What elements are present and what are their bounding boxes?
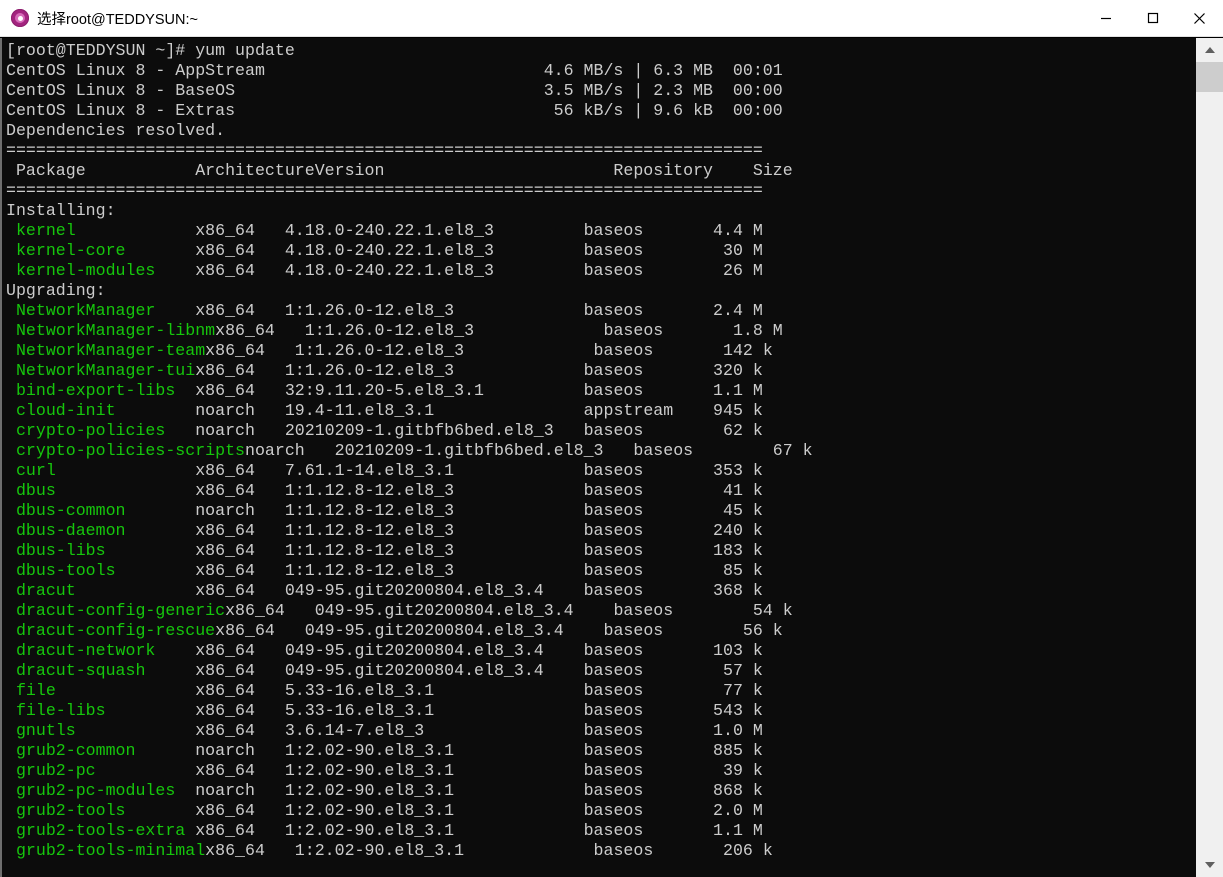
section-label: Installing: <box>6 201 116 220</box>
repo-progress-line: CentOS Linux 8 - AppStream 4.6 MB/s | 6.… <box>6 61 783 80</box>
package-row: grub2-common noarch 1:2.02-90.el8_3.1 ba… <box>15 741 763 760</box>
package-row: dracut-network x86_64 049-95.git20200804… <box>15 641 763 660</box>
package-row: dracut-squash x86_64 049-95.git20200804.… <box>15 661 763 680</box>
package-row: NetworkManager-teamx86_64 1:1.26.0-12.el… <box>15 341 773 360</box>
scroll-up-arrow-icon <box>1204 47 1215 53</box>
package-row: kernel-core x86_64 4.18.0-240.22.1.el8_3… <box>15 241 763 260</box>
package-row: dracut x86_64 049-95.git20200804.el8_3.4… <box>15 581 763 600</box>
package-row: curl x86_64 7.61.1-14.el8_3.1 baseos 353… <box>15 461 763 480</box>
window-titlebar[interactable]: 选择root@TEDDYSUN:~ <box>0 0 1223 37</box>
scrollbar-track[interactable] <box>1196 62 1223 853</box>
package-row: dracut-config-genericx86_64 049-95.git20… <box>15 601 793 620</box>
package-row: gnutls x86_64 3.6.14-7.el8_3 baseos 1.0 … <box>15 721 763 740</box>
package-row: kernel-modules x86_64 4.18.0-240.22.1.el… <box>15 261 763 280</box>
package-row: dbus-tools x86_64 1:1.12.8-12.el8_3 base… <box>15 561 763 580</box>
terminal-area: [root@TEDDYSUN ~]# yum update CentOS Linu… <box>0 37 1223 877</box>
section-label: Upgrading: <box>6 281 106 300</box>
package-row: file-libs x86_64 5.33-16.el8_3.1 baseos … <box>15 701 763 720</box>
repo-progress-line: CentOS Linux 8 - BaseOS 3.5 MB/s | 2.3 M… <box>6 81 783 100</box>
package-row: crypto-policies-scriptsnoarch 20210209-1… <box>15 441 813 460</box>
minimize-button[interactable] <box>1082 0 1129 36</box>
terminal-output: [root@TEDDYSUN ~]# yum update CentOS Linu… <box>2 41 1195 861</box>
terminal-app-icon <box>11 9 29 27</box>
close-button[interactable] <box>1176 0 1223 36</box>
scrollbar-thumb[interactable] <box>1196 62 1223 92</box>
package-row: bind-export-libs x86_64 32:9.11.20-5.el8… <box>15 381 763 400</box>
titlebar-left: 选择root@TEDDYSUN:~ <box>0 8 1082 29</box>
package-row: grub2-pc x86_64 1:2.02-90.el8_3.1 baseos… <box>15 761 763 780</box>
terminal-scrollbar[interactable] <box>1195 38 1223 877</box>
window-controls <box>1082 0 1223 36</box>
terminal-screen[interactable]: [root@TEDDYSUN ~]# yum update CentOS Linu… <box>0 38 1195 877</box>
package-row: grub2-tools-minimalx86_64 1:2.02-90.el8_… <box>15 841 773 860</box>
package-row: dbus-common noarch 1:1.12.8-12.el8_3 bas… <box>15 501 763 520</box>
package-row: dbus-daemon x86_64 1:1.12.8-12.el8_3 bas… <box>15 521 763 540</box>
terminal-window: 选择root@TEDDYSUN:~ [root@TEDDYSUN ~]# yum… <box>0 0 1223 877</box>
package-row: dbus x86_64 1:1.12.8-12.el8_3 baseos 41 … <box>15 481 763 500</box>
scroll-down-button[interactable] <box>1196 853 1223 877</box>
scroll-down-arrow-icon <box>1204 862 1215 868</box>
package-row: grub2-pc-modules noarch 1:2.02-90.el8_3.… <box>15 781 763 800</box>
package-row: NetworkManager-tuix86_64 1:1.26.0-12.el8… <box>15 361 763 380</box>
package-row: grub2-tools x86_64 1:2.02-90.el8_3.1 bas… <box>15 801 763 820</box>
scroll-up-button[interactable] <box>1196 38 1223 62</box>
package-row: grub2-tools-extra x86_64 1:2.02-90.el8_3… <box>15 821 763 840</box>
column-header-row: Package ArchitectureVersion Repository S… <box>6 161 793 180</box>
window-title: 选择root@TEDDYSUN:~ <box>37 11 198 28</box>
package-row: crypto-policies noarch 20210209-1.gitbfb… <box>15 421 763 440</box>
package-row: dbus-libs x86_64 1:1.12.8-12.el8_3 baseo… <box>15 541 763 560</box>
dependency-status-line: Dependencies resolved. <box>6 121 226 140</box>
separator-line: ========================================… <box>6 181 763 200</box>
repo-progress-line: CentOS Linux 8 - Extras 56 kB/s | 9.6 kB… <box>6 101 783 120</box>
package-row: kernel x86_64 4.18.0-240.22.1.el8_3 base… <box>15 221 763 240</box>
package-row: NetworkManager-libnmx86_64 1:1.26.0-12.e… <box>15 321 783 340</box>
package-row: cloud-init noarch 19.4-11.el8_3.1 appstr… <box>15 401 763 420</box>
package-row: file x86_64 5.33-16.el8_3.1 baseos 77 k <box>15 681 763 700</box>
package-row: dracut-config-rescuex86_64 049-95.git202… <box>15 621 783 640</box>
terminal-prompt-line: [root@TEDDYSUN ~]# yum update <box>6 41 295 60</box>
package-row: NetworkManager x86_64 1:1.26.0-12.el8_3 … <box>15 301 763 320</box>
maximize-button[interactable] <box>1129 0 1176 36</box>
separator-line: ========================================… <box>6 141 763 160</box>
